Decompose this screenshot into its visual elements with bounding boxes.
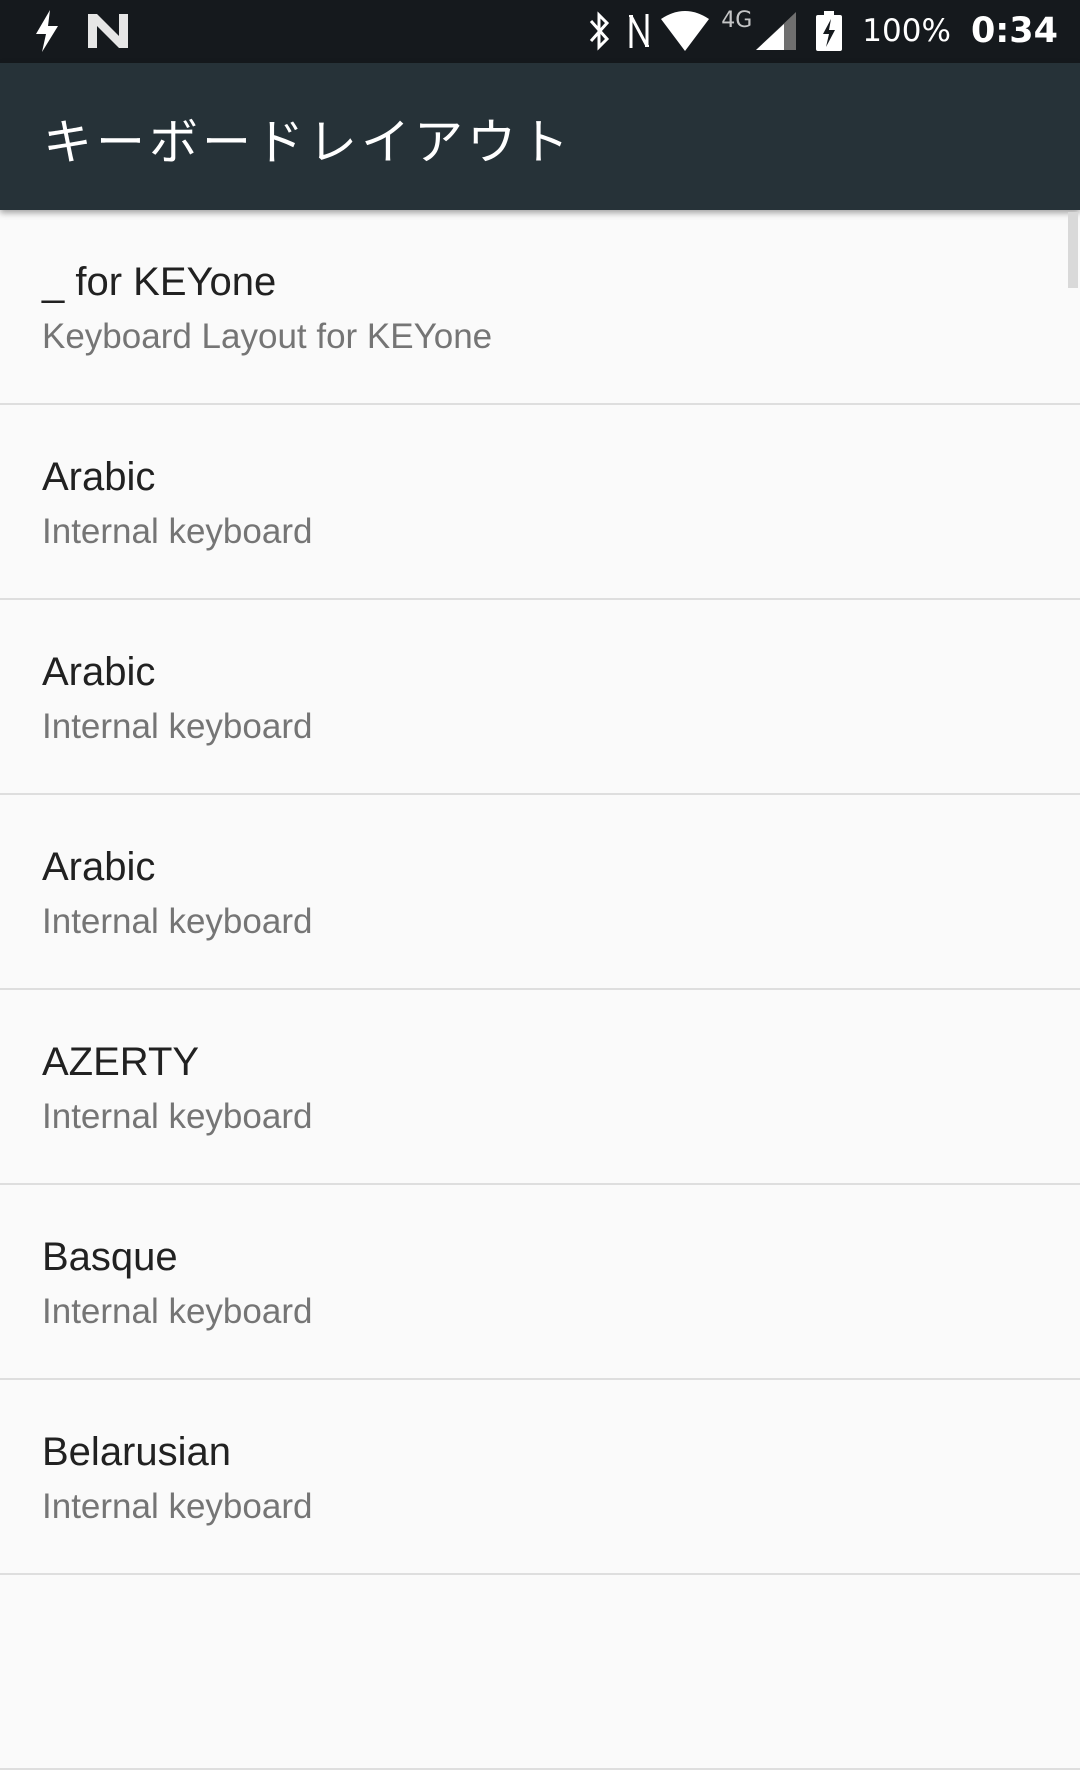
status-right-icons: 4G 100% 0:34: [587, 8, 1058, 54]
status-bar: 4G 100% 0:34: [0, 0, 1080, 63]
layout-list-item[interactable]: Arabic Internal keyboard: [0, 795, 1080, 990]
layout-subtitle: Internal keyboard: [42, 1292, 313, 1331]
wifi-icon: [661, 11, 710, 51]
layout-title: Arabic: [42, 845, 156, 889]
layout-list-item[interactable]: Belarusian Internal keyboard: [0, 1380, 1080, 1575]
layout-list-item[interactable]: Arabic Internal keyboard: [0, 405, 1080, 600]
nfc-icon: [627, 12, 651, 50]
layout-subtitle: Internal keyboard: [42, 512, 313, 551]
status-left-icons: [34, 8, 128, 54]
n-notification-icon: [88, 14, 128, 48]
layout-list-item[interactable]: [0, 1575, 1080, 1770]
clock-label: 0:34: [970, 11, 1058, 51]
scrollbar[interactable]: [1068, 212, 1078, 288]
layout-title: Arabic: [42, 455, 156, 499]
layout-title: Arabic: [42, 650, 156, 694]
layout-list-item[interactable]: AZERTY Internal keyboard: [0, 990, 1080, 1185]
network-type-label: 4G: [721, 8, 753, 33]
charging-bolt-icon: [34, 10, 60, 52]
layout-subtitle: Internal keyboard: [42, 707, 313, 746]
layout-subtitle: Internal keyboard: [42, 1487, 313, 1526]
signal-icon: [756, 12, 797, 50]
battery-percent-label: 100%: [862, 13, 951, 49]
layout-title: Basque: [42, 1235, 178, 1279]
layout-title: Belarusian: [42, 1430, 232, 1474]
battery-charging-icon: [816, 11, 843, 51]
layout-list-item[interactable]: Basque Internal keyboard: [0, 1185, 1080, 1380]
layout-subtitle: Internal keyboard: [42, 1097, 313, 1136]
layout-list-item[interactable]: _ for KEYone Keyboard Layout for KEYone: [0, 210, 1080, 405]
page-title: キーボードレイアウト: [43, 114, 574, 171]
layout-title: AZERTY: [42, 1040, 200, 1084]
app-bar: キーボードレイアウト: [0, 63, 1080, 210]
layout-subtitle: Keyboard Layout for KEYone: [42, 317, 493, 356]
bluetooth-icon: [587, 11, 611, 51]
layout-list-item[interactable]: Arabic Internal keyboard: [0, 600, 1080, 795]
layout-title: _ for KEYone: [42, 260, 277, 304]
layout-subtitle: Internal keyboard: [42, 902, 313, 941]
keyboard-layout-list: _ for KEYone Keyboard Layout for KEYone …: [0, 210, 1080, 1770]
